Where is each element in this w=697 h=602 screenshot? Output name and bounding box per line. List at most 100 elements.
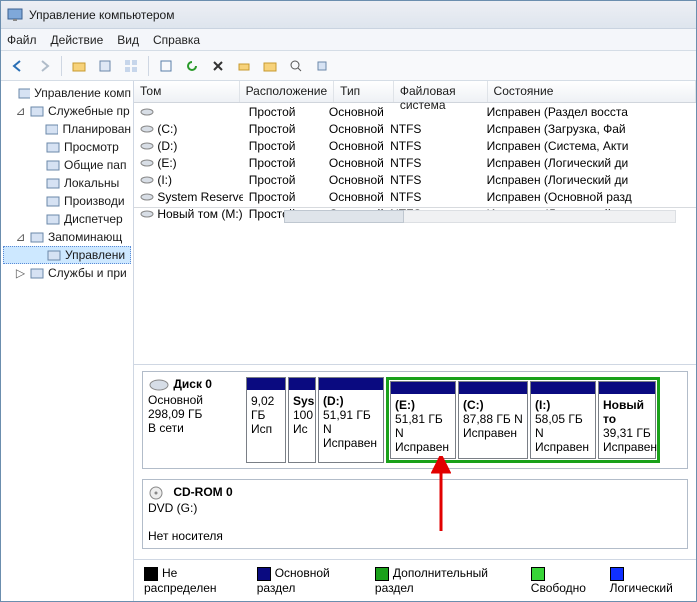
- partition[interactable]: 9,02 ГБ Исп: [246, 377, 286, 463]
- tree-icon: [46, 158, 60, 172]
- volume-list-header[interactable]: ТомРасположениеТипФайловая системаСостоя…: [134, 81, 696, 103]
- settings-button[interactable]: [311, 55, 333, 77]
- cell: System Reserved (F:): [134, 190, 243, 204]
- partition[interactable]: Sys 100 Ис: [288, 377, 316, 463]
- toolbar-separator: [61, 56, 62, 76]
- cdrom-icon: [148, 485, 170, 501]
- partition-status: Исправен: [535, 440, 591, 454]
- column-header[interactable]: Состояние: [488, 81, 696, 102]
- partition-stripe: [391, 382, 455, 394]
- partition-label: Sys: [293, 394, 311, 408]
- tree-item[interactable]: Общие пап: [3, 156, 131, 174]
- partition[interactable]: (E:) 51,81 ГБ N Исправен: [390, 381, 456, 459]
- tree-label: Локальны: [64, 176, 119, 190]
- legend-item: Логический: [610, 566, 686, 595]
- volume-icon: [140, 141, 154, 151]
- volume-icon: [140, 158, 154, 168]
- partition[interactable]: (C:) 87,88 ГБ N Исправен: [458, 381, 528, 459]
- partition[interactable]: (I:) 58,05 ГБ N Исправен: [530, 381, 596, 459]
- tree-icon: [46, 176, 60, 190]
- volume-row[interactable]: System Reserved (F:)ПростойОсновнойNTFSИ…: [134, 188, 696, 205]
- partition-status: Исправен: [395, 440, 451, 454]
- layout-button[interactable]: [155, 55, 177, 77]
- volume-list[interactable]: ПростойОсновнойИсправен (Раздел восста (…: [134, 103, 696, 207]
- tree-label: Запоминающ: [48, 230, 122, 244]
- volume-row[interactable]: (E:)ПростойОсновнойNTFSИсправен (Логичес…: [134, 154, 696, 171]
- cdrom-kind: DVD (G:): [148, 501, 197, 515]
- legend-item: Основной раздел: [257, 566, 365, 595]
- cell: NTFS: [384, 122, 480, 136]
- app-icon: [7, 7, 23, 23]
- open-folder-button[interactable]: [259, 55, 281, 77]
- volume-row[interactable]: (I:)ПростойОсновнойNTFSИсправен (Логичес…: [134, 171, 696, 188]
- wizard-button[interactable]: [233, 55, 255, 77]
- volume-icon: [140, 107, 154, 117]
- properties-button[interactable]: [94, 55, 116, 77]
- partition-status: Ис: [293, 422, 311, 436]
- tree-item[interactable]: Производи: [3, 192, 131, 210]
- column-header[interactable]: Тип: [334, 81, 394, 102]
- tree-item[interactable]: Локальны: [3, 174, 131, 192]
- tree-item[interactable]: ⊿Служебные пр: [3, 102, 131, 120]
- menu-file[interactable]: Файл: [7, 33, 37, 47]
- cdrom-header: CD-ROM 0 DVD (G:) Нет носителя: [148, 485, 238, 543]
- cdrom-row[interactable]: CD-ROM 0 DVD (G:) Нет носителя: [142, 479, 688, 549]
- partition-status: Исправен: [323, 436, 379, 450]
- volume-row[interactable]: ПростойОсновнойИсправен (Раздел восста: [134, 103, 696, 120]
- tree-item[interactable]: Планирован: [3, 120, 131, 138]
- tree-item[interactable]: Управление комп: [3, 84, 131, 102]
- tree-item[interactable]: ⊿Запоминающ: [3, 228, 131, 246]
- volume-row[interactable]: (D:)ПростойОсновнойNTFSИсправен (Система…: [134, 137, 696, 154]
- delete-button[interactable]: [207, 55, 229, 77]
- menu-view[interactable]: Вид: [117, 33, 139, 47]
- tree-item[interactable]: Просмотр: [3, 138, 131, 156]
- tree-icon: [30, 230, 44, 244]
- legend-swatch: [531, 567, 545, 581]
- tree-label: Планирован: [62, 122, 131, 136]
- partition-label: (E:): [395, 398, 451, 412]
- menu-action[interactable]: Действие: [51, 33, 104, 47]
- tree-item[interactable]: ▷Службы и при: [3, 264, 131, 282]
- cell: Исправен (Раздел восста: [481, 105, 696, 119]
- partition-size: 87,88 ГБ N: [463, 412, 523, 426]
- tree-icon: [30, 104, 44, 118]
- cell: NTFS: [384, 190, 480, 204]
- disk-kind: Основной: [148, 393, 203, 407]
- partition[interactable]: (D:) 51,91 ГБ N Исправен: [318, 377, 384, 463]
- disk-0-row[interactable]: Диск 0 Основной 298,09 ГБ В сети 9,02 ГБ…: [142, 371, 688, 469]
- cdrom-name: CD-ROM 0: [173, 485, 232, 499]
- partition-status: Исправен: [463, 426, 523, 440]
- cdrom-state: Нет носителя: [148, 529, 223, 543]
- refresh-button[interactable]: [181, 55, 203, 77]
- cell: Простой: [243, 139, 323, 153]
- tree-item[interactable]: Диспетчер: [3, 210, 131, 228]
- partition-size: 39,31 ГБ: [603, 426, 651, 440]
- column-header[interactable]: Файловая система: [394, 81, 488, 102]
- volume-row[interactable]: (C:)ПростойОсновнойNTFSИсправен (Загрузк…: [134, 120, 696, 137]
- legend-swatch: [144, 567, 158, 581]
- folder-button[interactable]: [68, 55, 90, 77]
- view-button[interactable]: [120, 55, 142, 77]
- tree-item[interactable]: Управлени: [3, 246, 131, 264]
- partition[interactable]: Новый то 39,31 ГБ Исправен: [598, 381, 656, 459]
- navigation-tree[interactable]: Управление комп⊿Служебные пр Планирован Пр…: [1, 81, 134, 601]
- column-header[interactable]: Том: [134, 81, 240, 102]
- cell: Основной: [323, 156, 384, 170]
- column-header[interactable]: Расположение: [240, 81, 335, 102]
- horizontal-scrollbar[interactable]: [134, 207, 696, 225]
- titlebar[interactable]: Управление компьютером: [1, 1, 696, 29]
- cell: Основной: [323, 190, 384, 204]
- forward-button[interactable]: [33, 55, 55, 77]
- menu-help[interactable]: Справка: [153, 33, 200, 47]
- partition-size: 9,02 ГБ: [251, 394, 281, 422]
- search-button[interactable]: [285, 55, 307, 77]
- partition-stripe: [289, 378, 315, 390]
- tree-icon: [46, 212, 60, 226]
- partition-size: 58,05 ГБ N: [535, 412, 591, 440]
- legend-swatch: [375, 567, 389, 581]
- cell: (I:): [134, 173, 243, 187]
- tree-label: Производи: [64, 194, 125, 208]
- cell: Основной: [323, 105, 384, 119]
- back-button[interactable]: [7, 55, 29, 77]
- volume-icon: [140, 124, 154, 134]
